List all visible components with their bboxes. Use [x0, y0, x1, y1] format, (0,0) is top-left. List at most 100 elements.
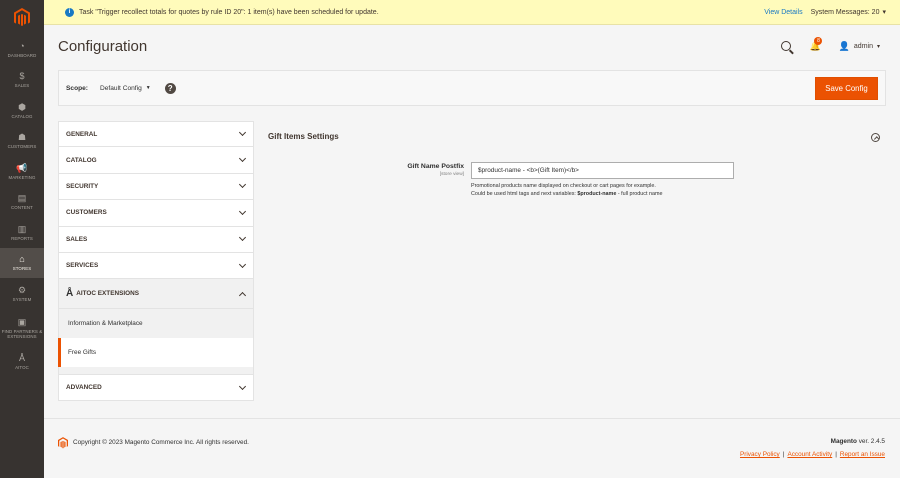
tab-catalog[interactable]: CATALOG — [58, 147, 254, 174]
footer-links: Privacy Policy | Account Activity | Repo… — [740, 451, 885, 458]
cube-icon: ⬢ — [18, 101, 26, 112]
section-heading[interactable]: Gift Items Settings — [268, 132, 339, 141]
info-icon: i — [65, 7, 74, 17]
comment-variable: $product-name — [577, 191, 617, 197]
content-icon: ▤ — [17, 193, 27, 204]
account-activity-link[interactable]: Account Activity — [787, 451, 832, 458]
tab-label: AITOC EXTENSIONS — [76, 290, 139, 298]
save-config-button[interactable]: Save Config — [815, 77, 878, 100]
sidebar-item-label: Dashboard — [7, 52, 37, 58]
sidebar-item-dashboard[interactable]: ◔ Dashboard — [0, 34, 44, 65]
sidebar-item-customers[interactable]: ☗ Customers — [0, 126, 44, 157]
tab-aitoc-extensions[interactable]: Å AITOC EXTENSIONS — [58, 279, 254, 310]
header-actions: 🔔 8 👤 admin ▾ — [781, 36, 880, 54]
view-details-link[interactable]: View Details — [764, 9, 802, 16]
tab-label: ADVANCED — [66, 384, 102, 392]
sidebar-item-stores[interactable]: ⌂ Stores — [0, 247, 44, 278]
field-label-text: Gift Name Postfix — [407, 163, 464, 170]
gift-name-postfix-input[interactable] — [471, 162, 734, 179]
chevron-down-icon[interactable]: ▾ — [882, 8, 886, 16]
dashboard-icon: ◔ — [19, 40, 25, 51]
privacy-policy-link[interactable]: Privacy Policy — [740, 451, 780, 458]
sidebar-item-label: Catalog — [11, 113, 33, 119]
box-icon: ▣ — [17, 316, 27, 327]
help-icon[interactable]: ? — [164, 82, 176, 94]
sidebar-item-system[interactable]: ⚙ System — [0, 278, 44, 309]
tab-label: SERVICES — [66, 262, 99, 270]
tab-services[interactable]: SERVICES — [58, 252, 254, 280]
chevron-down-icon — [238, 382, 247, 390]
tab-label: CUSTOMERS — [66, 209, 107, 217]
sidebar-item-label: Reports — [11, 235, 33, 241]
chevron-down-icon — [238, 207, 247, 215]
tab-label: SALES — [66, 235, 88, 243]
tab-general[interactable]: GENERAL — [58, 121, 254, 148]
field-scope-text: [store view] — [439, 172, 464, 177]
tab-customers[interactable]: CUSTOMERS — [58, 200, 254, 227]
gift-name-postfix-label: Gift Name Postfix [store view] — [407, 163, 464, 177]
chevron-down-icon[interactable]: ▼ — [146, 85, 151, 91]
magento-logo-icon[interactable] — [0, 0, 44, 34]
page-title: Configuration — [58, 38, 148, 55]
sidebar-item-label: Content — [11, 205, 33, 211]
aitoc-icon: Å — [18, 353, 25, 364]
chevron-up-icon — [238, 291, 247, 299]
sidebar-item-reports[interactable]: ▥ Reports — [0, 217, 44, 248]
chevron-down-icon — [238, 260, 247, 268]
sidebar-item-sales[interactable]: $ Sales — [0, 65, 44, 96]
tab-label: GENERAL — [66, 130, 98, 138]
version-number: ver. 2.4.5 — [856, 438, 885, 445]
page-footer: Copyright © 2023 Magento Commerce Inc. A… — [44, 418, 900, 478]
magento-logo-icon — [58, 437, 68, 449]
sidebar-item-content[interactable]: ▤ Content — [0, 187, 44, 218]
version-text: Magento ver. 2.4.5 — [831, 438, 885, 445]
tab-advanced[interactable]: ADVANCED — [58, 374, 254, 401]
comment-line-2: Could be used html tags and next variabl… — [471, 190, 662, 198]
notifications-button[interactable]: 🔔 8 — [809, 36, 823, 52]
dollar-icon: $ — [19, 71, 25, 82]
report-issue-link[interactable]: Report an Issue — [840, 451, 885, 458]
subtab-spacer — [58, 367, 254, 375]
sidebar-item-label: Sales — [14, 83, 30, 89]
aitoc-icon: Å — [66, 288, 74, 300]
user-icon[interactable]: 👤 — [839, 41, 850, 52]
sidebar-item-label: Aitoc — [15, 365, 29, 371]
config-tabs: GENERAL CATALOG SECURITY CUSTOMERS SALES… — [58, 121, 254, 401]
tab-sales[interactable]: SALES — [58, 226, 254, 253]
field-comment: Promotional products name displayed on c… — [471, 182, 662, 198]
bar-chart-icon: ▥ — [17, 223, 27, 234]
tab-security[interactable]: SECURITY — [58, 173, 254, 201]
person-icon: ☗ — [17, 132, 27, 143]
link-separator: | — [835, 451, 837, 458]
sidebar-item-find-partners-extensions[interactable]: ▣ Find Partners & Extensions — [0, 309, 44, 347]
chevron-down-icon — [238, 181, 247, 189]
chevron-down-icon — [238, 234, 247, 242]
store-icon: ⌂ — [19, 254, 25, 265]
sidebar-item-catalog[interactable]: ⬢ Catalog — [0, 95, 44, 126]
collapse-icon[interactable] — [871, 133, 880, 142]
system-messages-toggle[interactable]: System Messages: 20 — [811, 9, 880, 16]
notification-count-badge: 8 — [814, 36, 823, 45]
sidebar-item-label: System — [12, 296, 32, 302]
chevron-down-icon[interactable]: ▾ — [877, 43, 880, 50]
comment-prefix: Could be used html tags and next variabl… — [471, 191, 578, 197]
sidebar-item-label: Marketing — [8, 174, 36, 180]
subtab-free-gifts[interactable]: Free Gifts — [58, 338, 254, 368]
sidebar-item-marketing[interactable]: 📢 Marketing — [0, 156, 44, 187]
comment-suffix: - full product name — [616, 191, 663, 197]
scope-label: Scope: — [66, 84, 88, 92]
sidebar-item-label: Find Partners & Extensions — [1, 328, 43, 339]
notification-message: Task "Trigger recollect totals for quote… — [79, 8, 379, 16]
admin-sidebar: ◔ Dashboard $ Sales ⬢ Catalog ☗ Customers 📢 Marke… — [0, 0, 44, 478]
megaphone-icon: 📢 — [16, 162, 28, 173]
subtab-information-marketplace[interactable]: Information & Marketplace — [58, 309, 254, 339]
scope-dropdown[interactable]: Default Config — [100, 85, 142, 92]
user-menu[interactable]: admin — [854, 43, 873, 50]
sidebar-item-aitoc[interactable]: Å Aitoc — [0, 347, 44, 378]
search-icon[interactable] — [781, 41, 792, 51]
system-notification-bar: i Task "Trigger recollect totals for quo… — [44, 0, 900, 25]
gear-icon: ⚙ — [17, 284, 27, 295]
link-separator: | — [782, 451, 785, 458]
chevron-down-icon — [238, 129, 247, 137]
brand-name: Magento — [830, 438, 857, 445]
